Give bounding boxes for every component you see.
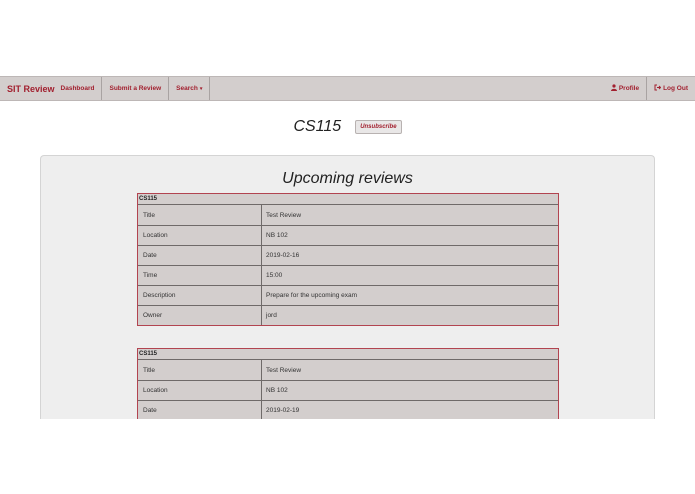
row-label: Title	[138, 205, 262, 225]
row-value: Prepare for the upcoming exam	[266, 292, 358, 299]
table-row: Title Test Review	[138, 205, 558, 225]
panel-title: Upcoming reviews	[282, 170, 413, 187]
course-title: CS115	[293, 118, 342, 135]
table-row: Description Prepare for the upcoming exa…	[138, 285, 558, 305]
nav-dashboard-label: Dashboard	[60, 85, 95, 92]
row-label: Date	[138, 246, 262, 265]
row-value: Test Review	[266, 211, 302, 219]
row-value: 15:00	[266, 272, 283, 279]
user-icon	[610, 84, 617, 93]
course-header: CS115 Unsubscribe	[0, 117, 695, 137]
row-label: Time	[138, 266, 262, 285]
review-card: CS115 Title Test Review Location NB 102 …	[137, 348, 559, 419]
table-row: Date 2019-02-16	[138, 245, 558, 265]
table-row: Title Test Review	[138, 360, 558, 380]
nav-profile[interactable]: Profile	[604, 77, 646, 100]
row-value: NB 102	[266, 387, 288, 394]
nav-submit-review[interactable]: Submit a Review	[102, 77, 170, 100]
table-row: Location NB 102	[138, 380, 558, 400]
row-label: Location	[138, 226, 262, 245]
review-card-course: CS115	[138, 194, 558, 205]
row-label: Owner	[138, 306, 262, 325]
row-label: Title	[138, 360, 262, 380]
row-value: 2019-02-16	[266, 252, 300, 259]
row-value: NB 102	[266, 232, 288, 239]
row-value: Test Review	[266, 366, 302, 374]
nav-dashboard[interactable]: Dashboard	[61, 77, 103, 100]
row-label: Date	[138, 401, 262, 419]
row-value: jord	[266, 312, 277, 319]
table-row: Time 15:00	[138, 265, 558, 285]
nav-search-dropdown[interactable]: Search ▾	[169, 77, 211, 100]
nav-search-label: Search	[176, 85, 198, 92]
unsubscribe-button[interactable]: Unsubscribe	[355, 120, 402, 134]
table-row: Date 2019-02-19	[138, 400, 558, 419]
review-card: CS115 Title Test Review Location NB 102 …	[137, 193, 559, 326]
row-label: Description	[138, 286, 262, 305]
upcoming-reviews-panel: Upcoming reviews CS115 Title Test Review…	[40, 155, 655, 419]
logout-icon	[654, 84, 662, 93]
caret-down-icon: ▾	[199, 85, 203, 92]
table-row: Location NB 102	[138, 225, 558, 245]
nav-logout-label: Log Out	[663, 85, 688, 92]
brand-logo[interactable]: SIT Review	[0, 77, 61, 100]
table-row: Owner jord	[138, 305, 558, 325]
row-label: Location	[138, 381, 262, 400]
navbar: SIT Review Dashboard Submit a Review Sea…	[0, 76, 695, 101]
review-card-course: CS115	[138, 349, 558, 360]
row-value: 2019-02-19	[266, 407, 300, 414]
nav-submit-review-label: Submit a Review	[109, 85, 162, 92]
nav-right-group: Profile Log Out	[604, 77, 695, 100]
nav-profile-label: Profile	[618, 85, 640, 92]
nav-logout[interactable]: Log Out	[646, 77, 695, 100]
